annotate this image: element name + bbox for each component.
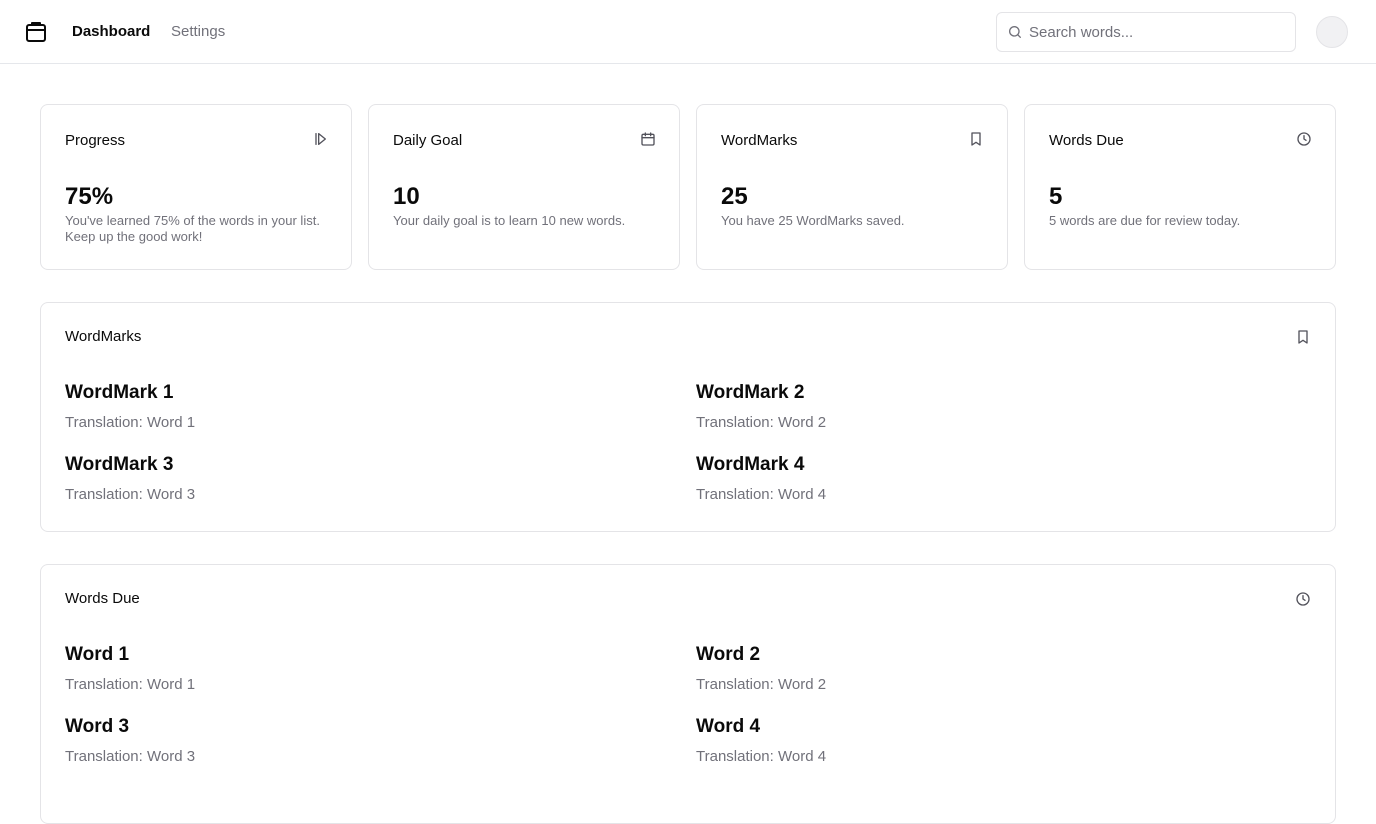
wordmark-title: WordMark 1 [65,382,174,403]
word-title: Word 4 [696,716,761,737]
stat-value: 25 [721,183,748,210]
words-due-panel: Words Due Word 1 Translation: Word 1 Wor… [40,564,1336,824]
stat-description: You've learned 75% of the words in your … [65,213,320,244]
search-icon [1007,24,1023,40]
stat-description: 5 words are due for review today. [1049,213,1241,228]
stat-value: 5 [1049,183,1063,210]
word-due-item[interactable]: Word 1 Translation: Word 1 [65,643,625,695]
wordmarks-panel: WordMarks WordMark 1 Translation: Word 1… [40,302,1336,532]
stat-description: Your daily goal is to learn 10 new words… [393,213,626,228]
word-title: Word 1 [65,644,130,665]
word-translation: Translation: Word 1 [65,676,196,693]
wordmark-translation: Translation: Word 1 [65,414,196,431]
bookmark-icon [1295,329,1311,345]
wordmarks-stat-card: WordMarks 25 You have 25 WordMarks saved… [696,104,1008,270]
stat-value: 10 [393,183,420,210]
wordmark-translation: Translation: Word 4 [696,486,827,503]
progress-card: Progress 75% You've learned 75% of the w… [40,104,352,270]
word-translation: Translation: Word 4 [696,748,827,765]
wordmark-item[interactable]: WordMark 3 Translation: Word 3 [65,453,625,505]
search-box[interactable] [996,12,1296,52]
wordmark-title: WordMark 3 [65,454,174,475]
wordmark-translation: Translation: Word 3 [65,486,196,503]
wordmark-translation: Translation: Word 2 [696,414,827,431]
stat-description: You have 25 WordMarks saved. [721,213,905,228]
word-title: Word 3 [65,716,130,737]
card-title: Progress [65,132,126,149]
panel-title: Words Due [65,590,140,607]
words-due-stat-card: Words Due 5 5 words are due for review t… [1024,104,1336,270]
card-title: Words Due [1049,132,1124,149]
stat-value: 75% [65,183,114,210]
clock-icon [1296,131,1312,147]
wordmark-title: WordMark 4 [696,454,805,475]
package-icon[interactable] [24,20,48,44]
wordmark-item[interactable]: WordMark 2 Translation: Word 2 [696,381,1256,433]
wordmark-item[interactable]: WordMark 4 Translation: Word 4 [696,453,1256,505]
wordmark-title: WordMark 2 [696,382,805,403]
top-navigation-bar: Dashboard Settings [0,0,1376,64]
search-input[interactable] [1029,14,1289,50]
word-title: Word 2 [696,644,761,665]
word-translation: Translation: Word 3 [65,748,196,765]
user-avatar[interactable] [1316,16,1348,48]
word-translation: Translation: Word 2 [696,676,827,693]
daily-goal-card: Daily Goal 10 Your daily goal is to lear… [368,104,680,270]
card-title: WordMarks [721,132,798,149]
word-due-item[interactable]: Word 4 Translation: Word 4 [696,715,1256,767]
bookmark-icon [968,131,984,147]
card-title: Daily Goal [393,132,463,149]
calendar-icon [640,131,656,147]
wordmark-item[interactable]: WordMark 1 Translation: Word 1 [65,381,625,433]
nav-link-settings[interactable]: Settings [171,22,225,42]
nav-link-dashboard[interactable]: Dashboard [72,22,150,42]
word-due-item[interactable]: Word 3 Translation: Word 3 [65,715,625,767]
panel-title: WordMarks [65,328,142,345]
clock-icon [1295,591,1311,607]
play-step-icon [312,131,328,147]
word-due-item[interactable]: Word 2 Translation: Word 2 [696,643,1256,695]
